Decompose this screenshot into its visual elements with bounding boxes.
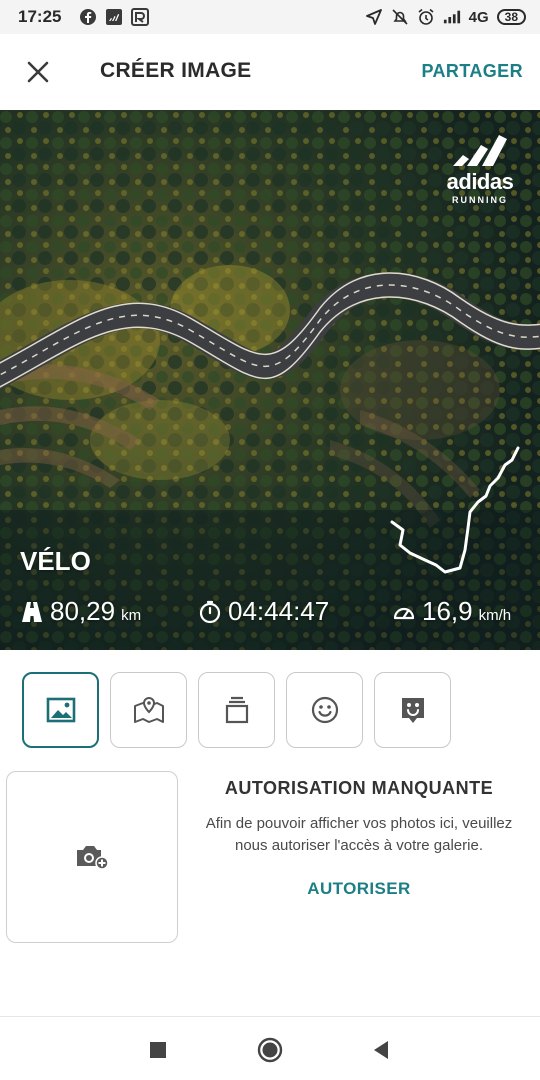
- emoji-tool[interactable]: [286, 672, 363, 748]
- smiley-icon: [311, 696, 338, 724]
- status-time: 17:25: [18, 7, 62, 26]
- sticker-icon: [401, 698, 424, 723]
- image-preview: adidas RUNNING VÉLO 80,29 km 04:44:47 16…: [0, 110, 540, 650]
- map-tool[interactable]: [110, 672, 187, 748]
- status-bar: 17:25 4G 38: [0, 0, 540, 34]
- permission-panel: AUTORISATION MANQUANTE Afin de pouvoir a…: [200, 778, 518, 899]
- add-photo-button[interactable]: [6, 771, 178, 943]
- sticker-tool[interactable]: [374, 672, 451, 748]
- distance-value: 80,29: [50, 596, 116, 626]
- adidas-logo-icon: [453, 135, 507, 166]
- speed-value: 16,9: [422, 596, 473, 626]
- duration-stat: 04:44:47: [198, 596, 329, 627]
- triangle-back-icon: [374, 1041, 388, 1059]
- battery-indicator: 38: [496, 9, 526, 25]
- image-icon: [46, 697, 75, 723]
- distance-unit: km: [121, 607, 142, 624]
- system-navigation-bar: [0, 1016, 540, 1080]
- activity-stats: 80,29 km 04:44:47 16,9 km/h: [0, 596, 540, 636]
- adidas-icon: [105, 8, 123, 26]
- battery-level: 38: [504, 10, 518, 24]
- facebook-icon: [79, 8, 97, 26]
- square-icon: [150, 1042, 166, 1058]
- share-button[interactable]: PARTAGER: [421, 61, 523, 82]
- frame-tool[interactable]: [198, 672, 275, 748]
- camera-add-icon: [77, 846, 109, 870]
- stopwatch-icon: [198, 600, 222, 624]
- close-icon: [27, 61, 49, 83]
- duration-value: 04:44:47: [228, 596, 330, 626]
- speed-unit: km/h: [478, 607, 512, 624]
- permission-message: Afin de pouvoir afficher vos photos ici,…: [205, 815, 513, 854]
- distance-stat: 80,29 km: [20, 596, 141, 627]
- home-button[interactable]: [257, 1037, 283, 1063]
- brand-sub: RUNNING: [452, 195, 508, 205]
- editor-tools: [22, 672, 451, 748]
- back-button[interactable]: [368, 1037, 394, 1063]
- location-arrow-icon: [365, 8, 383, 26]
- page-title: CRÉER IMAGE: [100, 59, 252, 82]
- runtastic-icon: [131, 8, 150, 26]
- alarm-icon: [417, 8, 435, 26]
- close-button[interactable]: [22, 56, 54, 88]
- speed-stat: 16,9 km/h: [392, 596, 511, 627]
- layers-icon: [225, 696, 248, 724]
- activity-type: VÉLO: [20, 546, 91, 576]
- authorize-button[interactable]: AUTORISER: [307, 879, 410, 899]
- map-icon: [133, 696, 164, 723]
- signal-icon: [443, 8, 461, 26]
- background-image-tool[interactable]: [22, 672, 99, 748]
- permission-title: AUTORISATION MANQUANTE: [224, 778, 494, 798]
- app-header: CRÉER IMAGE PARTAGER: [0, 34, 540, 110]
- speedometer-icon: [392, 600, 416, 624]
- circle-icon: [257, 1037, 283, 1063]
- recent-apps-button[interactable]: [145, 1037, 171, 1063]
- network-type: 4G: [468, 8, 489, 26]
- road-icon: [20, 600, 44, 624]
- adidas-running-logo: adidas RUNNING: [440, 132, 520, 205]
- muted-bell-icon: [391, 8, 409, 26]
- brand-word: adidas: [446, 169, 514, 194]
